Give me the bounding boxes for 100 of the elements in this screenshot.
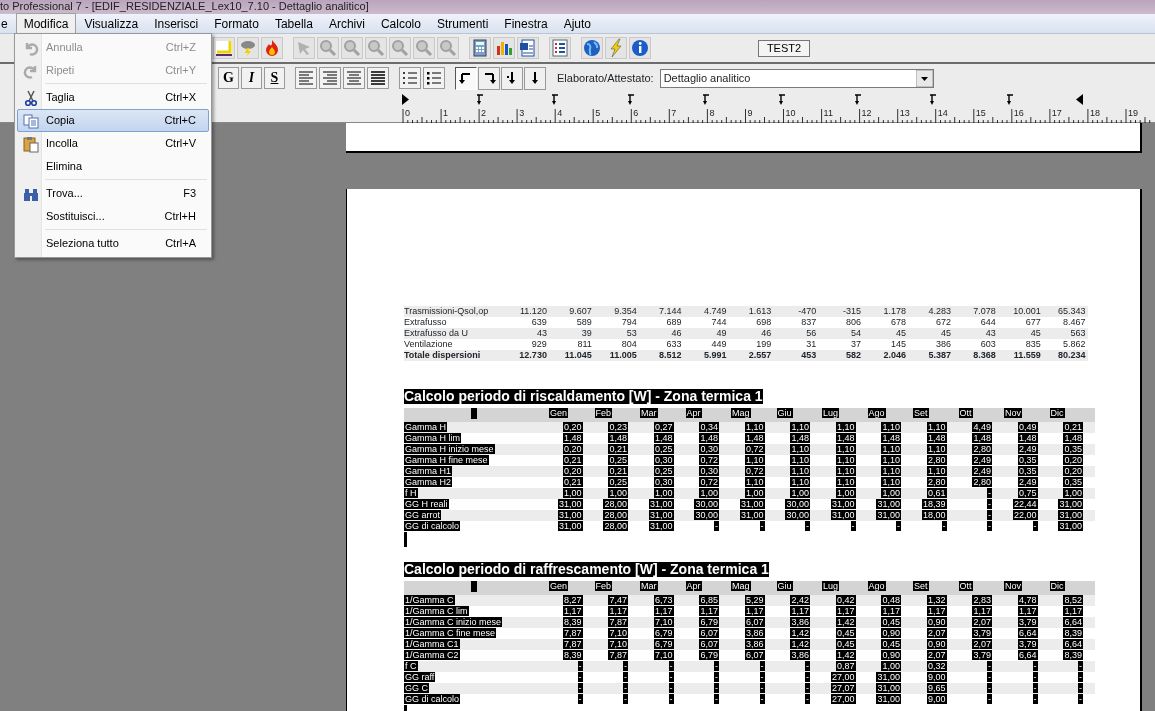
table-cell: 1,10	[881, 444, 901, 454]
menu-item[interactable]: Trova... F3	[17, 182, 209, 205]
table-cell: -	[577, 683, 583, 693]
list-button[interactable]	[549, 37, 571, 59]
ruler-number: 10	[785, 108, 796, 118]
table-cell: 3,86	[790, 617, 810, 627]
globe-button[interactable]	[581, 37, 603, 59]
menu-item[interactable]: e	[0, 12, 16, 35]
report-dropdown[interactable]: Dettaglio analitico	[659, 68, 934, 88]
info-button[interactable]	[629, 37, 651, 59]
bullet-list-button[interactable]	[423, 67, 445, 89]
zoom-icon	[414, 38, 434, 58]
table-cell: 22,00	[1012, 510, 1038, 520]
test-button[interactable]: TEST2	[758, 39, 810, 57]
menu-item[interactable]: Tabella	[266, 12, 321, 35]
menu-item[interactable]: Archivi	[320, 12, 373, 35]
row-label: 1/Gamma C fine mese	[404, 628, 497, 638]
column-header: Lug	[822, 581, 840, 591]
align-right-icon	[320, 68, 340, 88]
table-cell: 0,20	[562, 444, 583, 454]
tab-stop-button[interactable]	[478, 66, 500, 90]
table-cell: 45	[863, 328, 908, 339]
table-cell: 2,80	[926, 455, 947, 465]
menu-item[interactable]: Strumenti	[428, 12, 497, 35]
table-cell: 31,00	[1058, 499, 1083, 509]
menu-item[interactable]: Seleziona tutto Ctrl+A	[17, 232, 209, 255]
menu-item[interactable]: Visualizza	[76, 12, 147, 35]
table-cell: 11.005	[593, 350, 639, 361]
numbered-list-button[interactable]	[399, 67, 421, 89]
tab-stop-button[interactable]	[455, 66, 477, 90]
menu-item[interactable]: Taglia Ctrl+X	[17, 86, 209, 109]
table-cell: 0,45	[881, 617, 901, 627]
row-label: 1/Gamma C2	[404, 650, 460, 660]
column-header: Ott	[958, 408, 973, 418]
menu-item[interactable]: Elimina	[17, 155, 209, 178]
lightning-button[interactable]	[605, 37, 627, 59]
table-cell: 1,48	[881, 433, 901, 443]
table-cell: 582	[818, 350, 864, 361]
table-cell: -	[714, 521, 719, 531]
italic-button[interactable]: I	[241, 67, 262, 89]
globe-icon	[582, 38, 602, 58]
table-cell: -	[1078, 694, 1083, 704]
row-label: 1/Gamma C1	[404, 639, 460, 649]
menu-item[interactable]: Copia Ctrl+C	[17, 109, 209, 132]
corner-button[interactable]	[213, 37, 235, 59]
menu-item[interactable]: Sostituisci... Ctrl+H	[17, 205, 209, 228]
table-cell: -	[987, 683, 992, 693]
table-cell: -	[987, 661, 992, 671]
table-cell: 0,30	[653, 455, 674, 465]
tab-stop-button[interactable]	[524, 66, 546, 90]
menu-item[interactable]: Modifica	[15, 12, 77, 35]
table-cell: 1,42	[790, 639, 810, 649]
copy-icon	[22, 111, 40, 130]
table-cell: 4,78	[1017, 595, 1038, 605]
justify-button[interactable]	[367, 67, 389, 89]
table-cell: 1,00	[1063, 488, 1083, 498]
table-cell: 43	[952, 328, 998, 339]
calculator-button[interactable]	[469, 37, 491, 59]
table-cell-text: 837	[800, 317, 818, 328]
align-center-button[interactable]	[343, 67, 365, 89]
document-button[interactable]	[517, 37, 539, 59]
row-label: Gamma H1	[404, 466, 452, 476]
ruler-number: 17	[1051, 108, 1062, 118]
table-cell: 31,00	[739, 499, 765, 509]
table-cell: 46	[728, 328, 774, 339]
table-cell: 0,30	[699, 466, 719, 476]
menu-item[interactable]: Formato	[206, 12, 267, 35]
zoom-icon	[438, 38, 458, 58]
table-cell-text: 639	[530, 317, 548, 328]
flame-button[interactable]	[261, 37, 283, 59]
table-cell: 6,73	[653, 595, 674, 605]
align-right-button[interactable]	[319, 67, 341, 89]
table-cell: 0,72	[699, 477, 719, 487]
align-left-button[interactable]	[295, 67, 317, 89]
table-cell: 1,17	[835, 606, 856, 616]
table-cell: -315	[818, 306, 864, 317]
underline-button[interactable]: S	[264, 67, 285, 89]
column-header: Mar	[640, 581, 658, 591]
menu-item[interactable]: Inserisci	[146, 12, 207, 35]
table-cell: 6,64	[1063, 617, 1083, 627]
table-cell: 4.749	[683, 306, 729, 317]
menu-item[interactable]: Calcolo	[372, 12, 429, 35]
row-label: GG di calcolo	[404, 521, 461, 531]
table-cell: 1,00	[608, 488, 628, 498]
table-cell: -	[714, 661, 719, 671]
bold-button[interactable]: G	[218, 67, 239, 89]
menu-item[interactable]: Ajuto	[555, 12, 600, 35]
table-cell: 6,79	[699, 650, 719, 660]
table-cell: 45	[908, 328, 953, 339]
menu-item[interactable]: Incolla Ctrl+V	[17, 132, 209, 155]
table-cell: 1,10	[835, 455, 856, 465]
bar-chart-button[interactable]	[493, 37, 515, 59]
table-cell: -	[1032, 661, 1038, 671]
tab-stop-button[interactable]	[501, 66, 523, 90]
menu-item[interactable]: Finestra	[496, 12, 556, 35]
table-cell: 7,87	[562, 628, 583, 638]
shortcut-text: Ctrl+C	[164, 113, 197, 129]
table-cell: 1,42	[835, 650, 856, 660]
table-cell: -	[1078, 683, 1083, 693]
table-cell: 28,00	[603, 499, 628, 509]
